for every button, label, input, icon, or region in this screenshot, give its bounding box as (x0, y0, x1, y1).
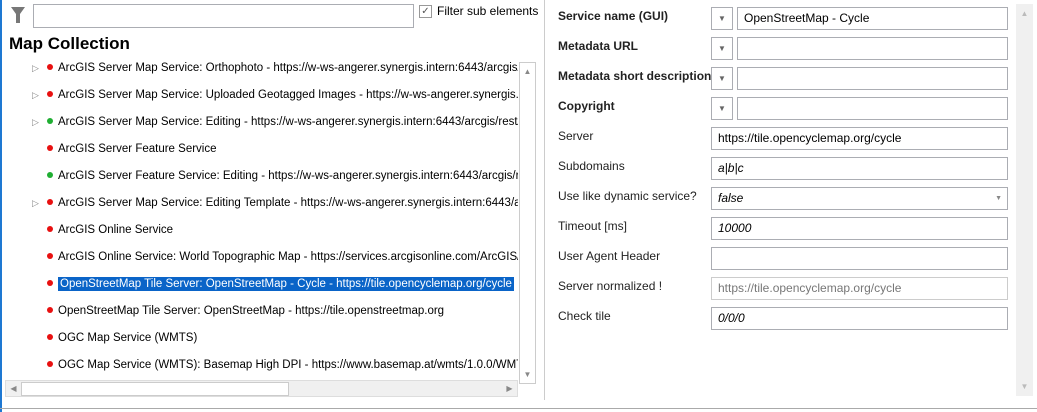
subdomains-input[interactable]: a|b|c (711, 157, 1008, 180)
tree-item-label: ArcGIS Server Map Service: Editing - htt… (58, 116, 518, 128)
tree-item-label: ArcGIS Server Map Service: Uploaded Geot… (58, 89, 518, 101)
scroll-up-icon[interactable]: ▲ (520, 64, 535, 79)
tree-item[interactable]: ▷ ArcGIS Server Map Service: Orthophoto -… (32, 59, 518, 77)
tree-item[interactable]: ArcGIS Online Service (32, 221, 518, 239)
copyright-input[interactable] (737, 97, 1008, 120)
tree-item[interactable]: ArcGIS Server Feature Service (32, 140, 518, 158)
filter-sub-elements-label[interactable]: Filter sub elements (437, 4, 538, 18)
status-dot-icon (47, 172, 53, 179)
scroll-left-icon[interactable]: ◀ (6, 381, 21, 396)
status-dot-icon (47, 64, 53, 71)
tree-item-label: ArcGIS Server Map Service: Editing Templ… (58, 197, 518, 209)
status-dot-icon (47, 199, 53, 206)
filter-input[interactable] (33, 4, 414, 28)
copyright-label: Copyright (558, 99, 615, 113)
tree-item[interactable]: OGC Map Service (WMTS) (32, 329, 518, 347)
tree-item[interactable]: ▷ ArcGIS Server Map Service: Editing - ht… (32, 113, 518, 131)
timeout-input[interactable]: 10000 (711, 217, 1008, 240)
server-normalized-label: Server normalized ! (558, 279, 663, 293)
metadata-url-input[interactable] (737, 37, 1008, 60)
scrollbar-thumb[interactable] (21, 382, 289, 396)
user-agent-label: User Agent Header (558, 249, 661, 263)
tree-item[interactable]: OpenStreetMap Tile Server: OpenStreetMap… (32, 302, 518, 320)
tree-item[interactable]: ArcGIS Online Service: World Topographic… (32, 248, 518, 266)
tree-item-label: ArcGIS Online Service: World Topographic… (58, 251, 518, 263)
expand-arrow-icon[interactable]: ▷ (32, 59, 44, 77)
tree-item-label: ArcGIS Server Feature Service: Editing -… (58, 170, 518, 182)
user-agent-input[interactable] (711, 247, 1008, 270)
tree-item-label: OGC Map Service (WMTS) (58, 332, 198, 344)
status-dot-icon (47, 226, 53, 233)
status-dot-icon (47, 361, 53, 368)
metadata-short-input[interactable] (737, 67, 1008, 90)
tree-horizontal-scrollbar[interactable]: ◀ ▶ (5, 380, 518, 397)
tree-item[interactable]: ArcGIS Server Feature Service: Editing -… (32, 167, 518, 185)
dynamic-label: Use like dynamic service? (558, 189, 697, 203)
subdomains-label: Subdomains (558, 159, 625, 173)
dynamic-value: false (718, 191, 744, 205)
check-tile-input[interactable]: 0/0/0 (711, 307, 1008, 330)
dynamic-select[interactable]: false ▼ (711, 187, 1008, 210)
status-dot-icon (47, 91, 53, 98)
status-dot-icon (47, 307, 53, 314)
tree-item-label: ArcGIS Online Service (58, 224, 174, 236)
metadata-url-dropdown[interactable]: ▼ (711, 37, 733, 60)
timeout-label: Timeout [ms] (558, 219, 627, 233)
tree-vertical-scrollbar[interactable]: ▲ ▼ (519, 62, 536, 384)
scroll-down-icon[interactable]: ▼ (1017, 379, 1032, 394)
tree-item[interactable]: ▷ ArcGIS Server Map Service: Editing Temp… (32, 194, 518, 212)
metadata-short-label: Metadata short description (558, 69, 712, 83)
map-collection-title: Map Collection (9, 34, 130, 53)
tree-item[interactable]: OGC Map Service (WMTS): Basemap High DPI… (32, 356, 518, 374)
status-dot-icon (47, 118, 53, 125)
status-dot-icon (47, 280, 53, 287)
panel-divider[interactable] (544, 0, 545, 400)
service-name-dropdown[interactable]: ▼ (711, 7, 733, 30)
service-name-label: Service name (GUI) (558, 9, 669, 23)
scroll-down-icon[interactable]: ▼ (520, 367, 535, 382)
expand-arrow-icon[interactable]: ▷ (32, 86, 44, 104)
filter-icon[interactable] (10, 6, 26, 24)
tree-item-label: ArcGIS Server Map Service: Orthophoto - … (58, 62, 518, 74)
expand-arrow-icon[interactable]: ▷ (32, 194, 44, 212)
tree-item[interactable]: OpenStreetMap Tile Server: OpenStreetMap… (32, 275, 518, 293)
tree-item[interactable]: ▷ ArcGIS Server Map Service: Uploaded Geo… (32, 86, 518, 104)
chevron-down-icon: ▼ (995, 195, 1002, 202)
server-normalized-input: https://tile.opencyclemap.org/cycle (711, 277, 1008, 300)
server-input[interactable]: https://tile.opencyclemap.org/cycle (711, 127, 1008, 150)
bottom-divider (0, 408, 1037, 409)
tree-item-label: OpenStreetMap Tile Server: OpenStreetMap… (58, 305, 445, 317)
window-border (0, 0, 2, 412)
service-name-input[interactable]: OpenStreetMap - Cycle (737, 7, 1008, 30)
status-dot-icon (47, 253, 53, 260)
expand-arrow-icon[interactable]: ▷ (32, 113, 44, 131)
tree-item-label: ArcGIS Server Feature Service (58, 143, 217, 155)
metadata-url-label: Metadata URL (558, 39, 639, 53)
scroll-up-icon[interactable]: ▲ (1017, 6, 1032, 21)
server-label: Server (558, 129, 594, 143)
tree-item-label: OpenStreetMap Tile Server: OpenStreetMap… (58, 277, 514, 291)
status-dot-icon (47, 145, 53, 152)
filter-sub-elements-checkbox[interactable]: ✓ (419, 5, 432, 18)
tree-item-label: OGC Map Service (WMTS): Basemap High DPI… (58, 359, 518, 371)
metadata-short-dropdown[interactable]: ▼ (711, 67, 733, 90)
copyright-dropdown[interactable]: ▼ (711, 97, 733, 120)
status-dot-icon (47, 334, 53, 341)
check-tile-label: Check tile (558, 309, 611, 323)
scroll-right-icon[interactable]: ▶ (502, 381, 517, 396)
properties-vertical-scrollbar[interactable]: ▲ ▼ (1016, 4, 1033, 396)
